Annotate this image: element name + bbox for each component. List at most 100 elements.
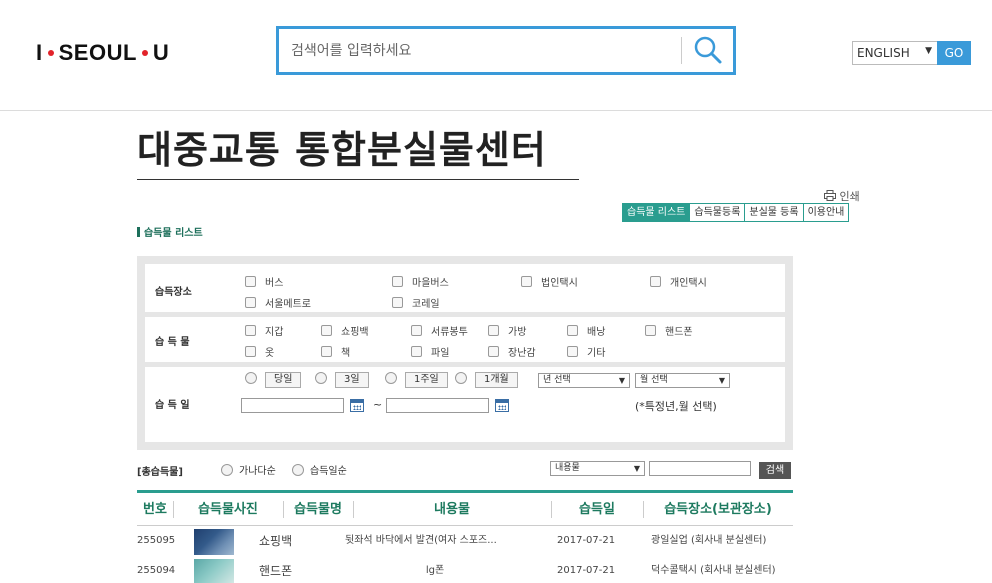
month-select[interactable]: 월 선택 ▼	[635, 373, 730, 388]
tab-lost-register[interactable]: 분실물 등록	[744, 203, 804, 222]
checkbox-box	[645, 325, 656, 336]
order-date-radio[interactable]: 습득일순	[292, 462, 347, 477]
checkbox-backpack[interactable]: 배낭	[567, 323, 605, 338]
logo-text-i: I	[36, 40, 43, 65]
col-name: 습득물명	[294, 502, 342, 517]
col-number: 번호	[143, 502, 167, 517]
radio-circle	[455, 372, 467, 384]
checkbox-box	[567, 346, 578, 357]
period-3days-button[interactable]: 3일	[335, 372, 369, 388]
item-place: 덕수콜택시 (회사내 분실센터)	[651, 565, 776, 576]
tab-found-list[interactable]: 습득물 리스트	[622, 203, 691, 222]
site-search-box	[276, 26, 736, 75]
checkbox-book[interactable]: 책	[321, 344, 350, 359]
go-button[interactable]: GO	[937, 41, 971, 65]
keyword-field-select[interactable]: 내용물 ▼	[550, 461, 645, 476]
checkbox-label: 마을버스	[412, 278, 449, 289]
checkbox-phone[interactable]: 핸드폰	[645, 323, 693, 338]
checkbox-file[interactable]: 파일	[411, 344, 449, 359]
start-date-input[interactable]	[241, 398, 344, 413]
row-number: 255094	[137, 565, 176, 576]
checkbox-other[interactable]: 기타	[567, 344, 605, 359]
site-search-input[interactable]	[291, 29, 671, 72]
period-3days[interactable]: 3일	[315, 372, 369, 388]
total-label: [총습득물]	[137, 467, 183, 478]
checkbox-shopping-bag[interactable]: 쇼핑백	[321, 323, 369, 338]
period-1week[interactable]: 1주일	[385, 372, 448, 388]
table-row[interactable]: 255094 핸드폰 lg폰 2017-07-21 덕수콜택시 (회사내 분실센…	[137, 556, 793, 583]
tab-guide[interactable]: 이용안내	[802, 203, 850, 222]
checkbox-label: 서울메트로	[265, 299, 311, 310]
print-link[interactable]: 인쇄	[824, 188, 860, 204]
item-label: 습 득 물	[155, 337, 190, 348]
period-1month[interactable]: 1개월	[455, 372, 518, 388]
checkbox-box	[321, 325, 332, 336]
checkbox-label: 버스	[265, 278, 284, 289]
section-bar	[137, 227, 140, 237]
period-1month-button[interactable]: 1개월	[475, 372, 518, 388]
radio-circle	[221, 464, 233, 476]
calendar-icon[interactable]	[350, 399, 364, 412]
logo-text-seoul: SEOUL	[58, 40, 137, 65]
checkbox-village-bus[interactable]: 마을버스	[392, 274, 449, 289]
item-content: 뒷좌석 바닥에서 발견(여자 스포즈...	[345, 535, 497, 546]
chevron-down-icon: ▼	[925, 46, 932, 56]
checkbox-envelope[interactable]: 서류봉투	[411, 323, 468, 338]
checkbox-toy[interactable]: 장난감	[488, 344, 536, 359]
item-name[interactable]: 쇼핑백	[259, 526, 329, 556]
checkbox-box	[411, 346, 422, 357]
checkbox-box	[245, 276, 256, 287]
radio-circle	[292, 464, 304, 476]
checkbox-box	[488, 346, 499, 357]
list-search-button[interactable]: 검색	[759, 462, 791, 479]
radio-circle	[315, 372, 327, 384]
search-button[interactable]	[693, 35, 723, 65]
checkbox-label: 책	[341, 348, 351, 359]
checkbox-korail[interactable]: 코레일	[392, 295, 440, 310]
checkbox-wallet[interactable]: 지갑	[245, 323, 283, 338]
checkbox-clothes[interactable]: 옷	[245, 344, 274, 359]
site-header: I SEOUL U ENGLISH ▼ GO	[0, 0, 992, 111]
end-date-input[interactable]	[386, 398, 489, 413]
calendar-icon[interactable]	[495, 399, 509, 412]
item-date: 2017-07-21	[557, 565, 616, 576]
logo-dot	[141, 49, 148, 56]
search-divider	[681, 37, 682, 64]
checkbox-bus[interactable]: 버스	[245, 274, 283, 289]
checkbox-label: 배낭	[587, 327, 606, 338]
language-select[interactable]: ENGLISH ▼	[852, 41, 938, 65]
iseoulu-logo[interactable]: I SEOUL U	[36, 40, 169, 66]
checkbox-seoul-metro[interactable]: 서울메트로	[245, 295, 311, 310]
table-row[interactable]: 255095 쇼핑백 뒷좌석 바닥에서 발견(여자 스포즈... 2017-07…	[137, 526, 793, 556]
filter-separator	[145, 312, 785, 317]
search-icon	[694, 36, 722, 64]
radio-circle	[385, 372, 397, 384]
checkbox-box	[321, 346, 332, 357]
period-1week-button[interactable]: 1주일	[405, 372, 448, 388]
logo-dot	[47, 49, 54, 56]
order-abc-label: 가나다순	[239, 466, 276, 477]
year-select[interactable]: 년 선택 ▼	[538, 373, 630, 388]
checkbox-label: 서류봉투	[431, 327, 468, 338]
item-photo[interactable]	[194, 529, 234, 555]
order-abc-radio[interactable]: 가나다순	[221, 462, 276, 477]
checkbox-label: 개인택시	[670, 278, 707, 289]
item-name[interactable]: 핸드폰	[259, 556, 329, 583]
checkbox-box	[245, 297, 256, 308]
page-tabs: 습득물 리스트 습득물등록 분실물 등록 이용안내	[622, 203, 850, 222]
checkbox-private-taxi[interactable]: 개인택시	[650, 274, 707, 289]
checkbox-box	[488, 325, 499, 336]
period-today-button[interactable]: 당일	[265, 372, 302, 388]
date-separator: ~	[373, 398, 383, 411]
section-heading: 습득물 리스트	[137, 224, 203, 239]
col-place: 습득장소(보관장소)	[664, 502, 772, 517]
period-today[interactable]: 당일	[245, 372, 302, 388]
keyword-input[interactable]	[649, 461, 751, 476]
checkbox-corp-taxi[interactable]: 법인택시	[521, 274, 578, 289]
col-content: 내용물	[434, 502, 470, 517]
checkbox-box	[245, 346, 256, 357]
item-photo[interactable]	[194, 559, 234, 583]
checkbox-bag[interactable]: 가방	[488, 323, 526, 338]
tab-found-register[interactable]: 습득물등록	[689, 203, 746, 222]
item-place: 광일실업 (회사내 분실센터)	[651, 535, 767, 546]
